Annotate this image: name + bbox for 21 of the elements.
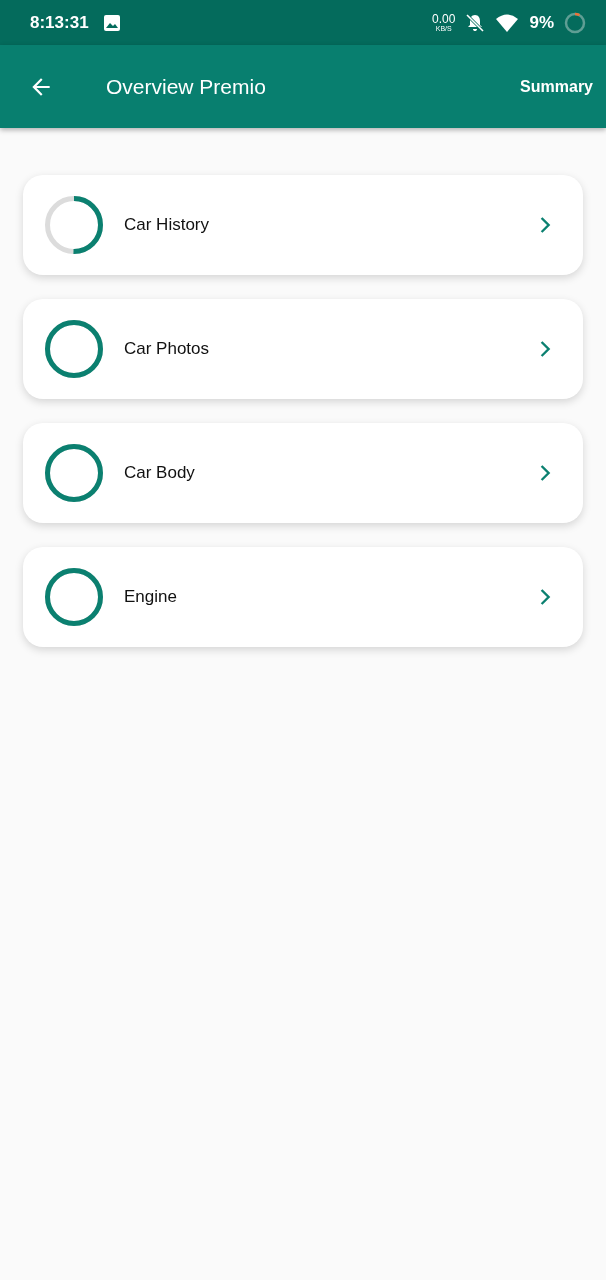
- screen-title: Overview Premio: [106, 74, 267, 99]
- section-card[interactable]: Car Photos: [23, 299, 583, 399]
- section-card[interactable]: Car History: [23, 175, 583, 275]
- section-label: Engine: [124, 587, 178, 607]
- section-label: Car History: [124, 215, 210, 235]
- progress-ring: [43, 566, 105, 628]
- summary-button[interactable]: Summary: [520, 73, 593, 100]
- progress-ring: [43, 194, 105, 256]
- section-label: Car Photos: [124, 339, 211, 359]
- image-icon: [102, 13, 121, 32]
- battery-text: 9%: [529, 12, 554, 33]
- progress-ring: [43, 318, 105, 380]
- wifi-icon: [495, 12, 520, 33]
- section-card[interactable]: Engine: [23, 547, 583, 647]
- progress-ring: [43, 442, 105, 504]
- section-label: Car Body: [124, 463, 196, 483]
- battery-ring-icon: [564, 11, 586, 34]
- clock-text: 8:13:31: [30, 12, 89, 33]
- bell-off-icon: [465, 12, 486, 33]
- net-speed-text: 0.00: [432, 13, 456, 25]
- section-card[interactable]: Car Body: [23, 423, 583, 523]
